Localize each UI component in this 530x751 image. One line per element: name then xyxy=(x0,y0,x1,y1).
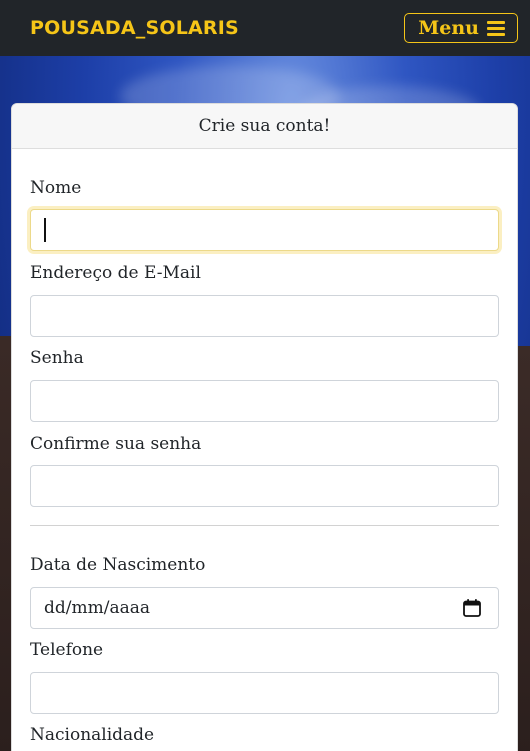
menu-button[interactable]: Menu xyxy=(404,13,518,43)
card-title: Crie sua conta! xyxy=(12,104,517,149)
brand-logo-text[interactable]: POUSADA_SOLARIS xyxy=(30,17,239,39)
nome-input[interactable] xyxy=(30,209,499,251)
form-divider xyxy=(30,525,499,526)
date-placeholder: dd/mm/aaaa xyxy=(44,598,151,618)
telefone-input[interactable] xyxy=(30,672,499,714)
building-silhouette-right xyxy=(516,346,530,751)
hamburger-icon xyxy=(487,20,505,36)
calendar-icon[interactable] xyxy=(462,598,482,618)
senha-input[interactable] xyxy=(30,380,499,422)
email-input[interactable] xyxy=(30,295,499,337)
nome-label: Nome xyxy=(30,178,82,198)
email-label: Endereço de E-Mail xyxy=(30,263,201,283)
menu-button-label: Menu xyxy=(418,17,479,39)
navbar: POUSADA_SOLARIS Menu xyxy=(0,0,530,56)
confirmar-senha-input[interactable] xyxy=(30,465,499,507)
nascimento-label: Data de Nascimento xyxy=(30,555,206,575)
signup-card: Crie sua conta! Nome Endereço de E-Mail … xyxy=(11,103,518,751)
nacionalidade-label: Nacionalidade xyxy=(30,725,155,745)
telefone-label: Telefone xyxy=(30,640,104,660)
senha-label: Senha xyxy=(30,348,84,368)
text-caret xyxy=(44,218,46,242)
nascimento-date-input[interactable]: dd/mm/aaaa xyxy=(30,587,499,629)
confirmar-senha-label: Confirme sua senha xyxy=(30,434,202,454)
